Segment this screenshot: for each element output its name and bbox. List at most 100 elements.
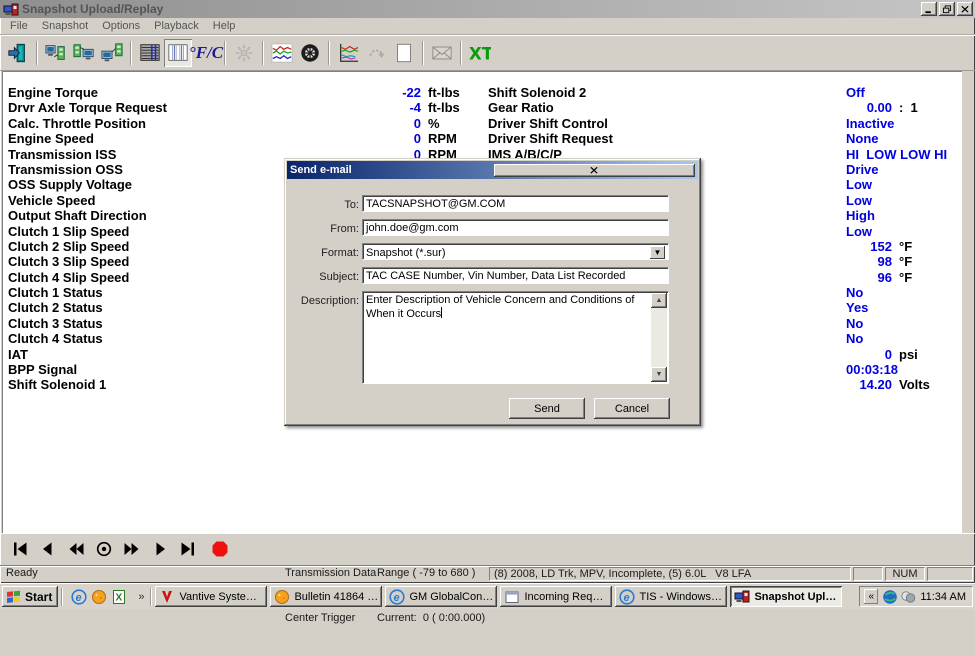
orange-ball-icon (274, 589, 290, 605)
divider (61, 588, 63, 606)
fahrenheit-celsius-icon[interactable]: °F/C (192, 39, 220, 67)
upload-computer-icon[interactable] (42, 39, 70, 67)
task-label: Snapshot Uplo... (754, 591, 838, 603)
param-value-2: Off (840, 85, 892, 100)
param-unit: ft-lbs (421, 85, 488, 100)
skip-to-start-icon[interactable] (10, 539, 30, 559)
param-value-2: 98 (840, 254, 892, 269)
param-value-2: Low (840, 193, 892, 208)
cancel-button[interactable]: Cancel (594, 398, 670, 419)
param-unit-2: psi (892, 347, 918, 362)
table-row[interactable]: Drvr Axle Torque Request-4ft-lbsGear Rat… (3, 100, 962, 115)
step-back-icon[interactable] (38, 539, 58, 559)
task-button[interactable]: Bulletin 41864 in ... (270, 586, 382, 607)
description-textarea[interactable]: Enter Description of Vehicle Concern and… (362, 291, 669, 384)
scroll-down-icon[interactable]: ▼ (651, 367, 667, 382)
param-unit-2: °F (892, 254, 912, 269)
text-caret (441, 307, 442, 318)
axis-graph-icon[interactable] (334, 39, 362, 67)
restore-button[interactable] (939, 2, 955, 16)
multi-graph-icon[interactable] (268, 39, 296, 67)
pc-to-cabinet-icon[interactable] (98, 39, 126, 67)
record-stop-icon[interactable] (210, 539, 230, 559)
menu-playback[interactable]: Playback (147, 19, 206, 33)
minimize-button[interactable] (921, 2, 937, 16)
quick-launch-overflow[interactable]: » (135, 591, 147, 603)
toolbar-separator (224, 41, 226, 65)
svg-text:e: e (624, 592, 630, 604)
close-button[interactable] (957, 2, 973, 16)
window-title: Snapshot Upload/Replay (22, 2, 919, 16)
chevron-down-icon[interactable]: ▼ (650, 246, 665, 259)
param-unit-2 (892, 85, 899, 100)
task-label: TIS - Windows In... (639, 591, 723, 603)
toolbar-separator (328, 41, 330, 65)
dialog-close-button[interactable] (494, 164, 696, 177)
ie-icon[interactable]: e (71, 589, 87, 605)
from-field[interactable]: john.doe@gm.com (362, 219, 669, 236)
title-bar[interactable]: Snapshot Upload/Replay (0, 0, 975, 18)
clock: 11:34 AM (920, 591, 966, 603)
exit-icon[interactable] (4, 39, 32, 67)
param-unit-2 (892, 177, 899, 192)
subject-field[interactable]: TAC CASE Number, Vin Number, Data List R… (362, 267, 669, 284)
to-field[interactable]: TACSNAPSHOT@GM.COM (362, 195, 669, 212)
menu-snapshot[interactable]: Snapshot (35, 19, 95, 33)
table-row[interactable]: Engine Torque-22ft-lbsShift Solenoid 2Of… (3, 85, 962, 100)
rewind-icon[interactable] (66, 539, 86, 559)
data-list-panel: Engine Torque-22ft-lbsShift Solenoid 2Of… (2, 71, 962, 533)
menu-file[interactable]: File (3, 19, 35, 33)
param-value-2: No (840, 285, 892, 300)
param-unit: ft-lbs (421, 100, 488, 115)
param-value-2: HI LOW LOW HI (840, 147, 892, 162)
datalist-rows-icon[interactable] (136, 39, 164, 67)
messenger-icon[interactable] (900, 589, 916, 605)
gauge-icon[interactable] (296, 39, 324, 67)
quick-launch: eX (66, 589, 132, 605)
app-icon (3, 2, 19, 16)
fast-forward-icon[interactable] (122, 539, 142, 559)
task-button[interactable]: Snapshot Uplo... (730, 586, 842, 607)
svg-text:e: e (394, 592, 400, 604)
format-select[interactable]: Snapshot (*.sur) ▼ (362, 243, 669, 260)
orange-ball-icon[interactable] (91, 589, 107, 605)
datalist-columns-icon[interactable] (164, 39, 192, 67)
dialog-title-bar[interactable]: Send e-mail (287, 161, 698, 179)
skip-to-end-icon[interactable] (178, 539, 198, 559)
tray-chevron[interactable]: « (864, 589, 878, 604)
task-button[interactable]: Vantive System -... (155, 586, 267, 607)
blank-page-icon[interactable] (390, 39, 418, 67)
step-forward-icon[interactable] (150, 539, 170, 559)
scroll-up-icon[interactable]: ▲ (651, 293, 667, 308)
center-trigger-icon[interactable] (94, 539, 114, 559)
task-label: Vantive System -... (179, 591, 263, 603)
tray-icons (882, 589, 916, 605)
param-unit-2 (892, 131, 899, 146)
tools-icon[interactable]: XT (466, 39, 494, 67)
menu-help[interactable]: Help (206, 19, 243, 33)
param-unit-2: Volts (892, 377, 930, 392)
param-value: -4 (343, 100, 421, 115)
email-icon (428, 39, 456, 67)
param-value-2: No (840, 316, 892, 331)
task-button[interactable]: Incoming Reques... (500, 586, 612, 607)
task-button[interactable]: e TIS - Windows In... (615, 586, 727, 607)
replay-icon (362, 39, 390, 67)
status-num-lock: NUM (885, 567, 925, 581)
start-button[interactable]: Start (2, 586, 58, 607)
textarea-scrollbar[interactable]: ▲ ▼ (651, 293, 667, 382)
globe-icon[interactable] (882, 589, 898, 605)
param-unit-2 (892, 162, 899, 177)
task-buttons: Vantive System -... Bulletin 41864 in ...… (155, 586, 856, 607)
task-button[interactable]: eGM GlobalConnec... (385, 586, 497, 607)
from-label: From: (287, 223, 359, 235)
table-row[interactable]: Calc. Throttle Position0%Driver Shift Co… (3, 116, 962, 131)
excel-icon[interactable]: X (111, 589, 127, 605)
send-button[interactable]: Send (509, 398, 585, 419)
format-selected-value: Snapshot (*.sur) (366, 246, 650, 259)
table-row[interactable]: Engine Speed0RPMDriver Shift RequestNone (3, 131, 962, 146)
cabinet-to-pc-icon[interactable] (70, 39, 98, 67)
param-unit-2 (892, 285, 899, 300)
menu-options[interactable]: Options (95, 19, 147, 33)
flash-icon (230, 39, 258, 67)
